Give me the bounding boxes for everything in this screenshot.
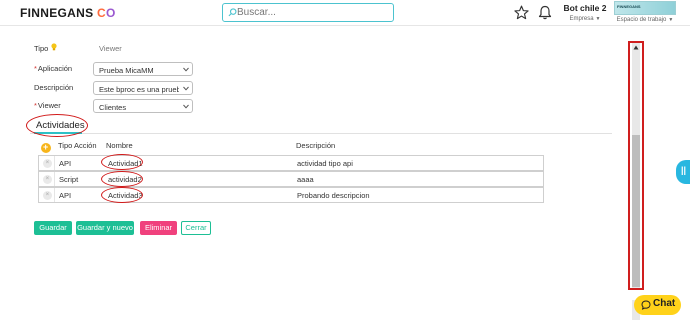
chevron-down-icon: [183, 67, 189, 72]
workspace-thumbnail[interactable]: FINNEGANS: [614, 1, 676, 15]
user-menu[interactable]: Bot chile 2 Empresa ▼: [560, 3, 610, 22]
chevron-down-icon: [183, 86, 189, 91]
column-divider: [54, 156, 55, 170]
descripcion-label: Descripción: [34, 83, 74, 92]
annotation-ellipse-actividad3: [101, 187, 143, 203]
chat-button[interactable]: Chat: [634, 295, 681, 315]
guardar-button[interactable]: Guardar: [34, 221, 72, 235]
descripcion-value: Este bproc es una prueba d: [99, 84, 179, 94]
cell-descripcion: Probando descripcion: [297, 191, 370, 200]
viewer-select[interactable]: Clientes: [93, 99, 193, 113]
search-input[interactable]: [237, 5, 387, 20]
bell-icon[interactable]: [538, 5, 552, 20]
chevron-down-icon: [183, 104, 189, 109]
delete-icon[interactable]: ×: [43, 159, 52, 168]
workspace-badge: FINNEGANS: [617, 4, 641, 9]
annotation-ellipse-actividad2: [101, 171, 143, 187]
add-activity-icon[interactable]: +: [41, 142, 51, 153]
delete-icon[interactable]: ×: [43, 175, 52, 184]
cell-descripcion: actividad tipo api: [297, 159, 353, 168]
star-icon[interactable]: [514, 5, 529, 20]
user-name: Bot chile 2: [563, 3, 607, 13]
cell-tipo: Script: [59, 175, 79, 184]
column-divider: [54, 188, 55, 202]
tipo-value: Viewer: [99, 44, 122, 53]
column-divider: [54, 172, 55, 186]
workspace-selector[interactable]: Espacio de trabajo ▼: [614, 17, 676, 23]
aplicacion-value: Prueba MicaMM: [99, 65, 154, 75]
chat-icon: [641, 300, 651, 310]
tipo-label: Tipo: [34, 44, 49, 53]
cerrar-button[interactable]: Cerrar: [181, 221, 211, 235]
aplicacion-select[interactable]: Prueba MicaMM: [93, 62, 193, 76]
header-descripcion: Descripción: [296, 141, 336, 150]
annotation-box-scrollbar: [628, 41, 644, 290]
cell-descripcion: aaaa: [297, 175, 314, 184]
lightbulb-icon: [51, 43, 57, 51]
chat-label: Chat: [653, 298, 676, 309]
cell-tipo: API: [59, 191, 72, 200]
company-selector[interactable]: Empresa ▼: [560, 16, 610, 22]
finnegans-logo[interactable]: FINNEGANS CO: [20, 6, 116, 20]
search-icon: [228, 8, 237, 17]
viewer-label: *Viewer: [34, 101, 61, 110]
section-divider: [30, 133, 612, 134]
cell-tipo: API: [59, 159, 72, 168]
descripcion-select[interactable]: Este bproc es una prueba d: [93, 81, 193, 95]
aplicacion-label: *Aplicación: [34, 64, 73, 73]
annotation-ellipse-actividad1: [101, 154, 143, 170]
header-tipo-accion: Tipo Acción: [58, 141, 97, 150]
annotation-ellipse-actividades: [26, 114, 88, 137]
side-panel-toggle[interactable]: ||: [676, 160, 690, 184]
search-box[interactable]: [222, 3, 394, 22]
viewer-value: Clientes: [99, 102, 127, 112]
guardar-y-nuevo-button[interactable]: Guardar y nuevo: [76, 221, 134, 235]
delete-icon[interactable]: ×: [43, 191, 52, 200]
header-nombre: Nombre: [106, 141, 133, 150]
eliminar-button[interactable]: Eliminar: [140, 221, 177, 235]
top-bar: FINNEGANS CO Bot chile 2 Empresa▼ FINNEG…: [0, 0, 690, 26]
